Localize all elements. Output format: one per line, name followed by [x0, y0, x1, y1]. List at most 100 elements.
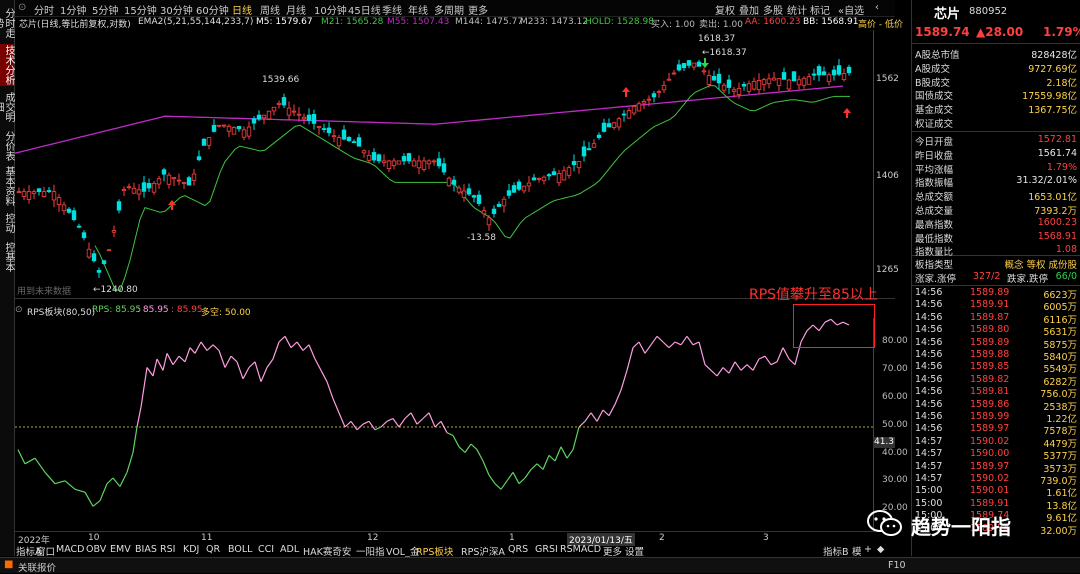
stat-row: 指数振幅 31.32/2.01% — [912, 175, 1077, 189]
left-tab[interactable]: 分时走势 — [0, 4, 14, 42]
toolbar-button[interactable]: 叠加 — [739, 2, 759, 17]
indicator-tab[interactable]: GRSI — [535, 544, 558, 555]
indicator-tab[interactable]: OBV — [86, 544, 106, 555]
candlestick-chart[interactable]: 1539.66 1618.37 ←1618.37 ←1240.80 -13.58 用到未来… — [15, 30, 873, 298]
period-tab[interactable]: 60分钟 — [196, 2, 229, 17]
indicator-b-control[interactable]: 模 — [852, 544, 862, 558]
period-tab[interactable]: 更多 — [468, 2, 488, 17]
stat-row: 最低指数 1568.91 — [912, 231, 1077, 245]
tick-price: 1589.89 — [970, 336, 1010, 348]
toolbar-button[interactable]: ‹ — [875, 2, 879, 13]
left-tab-bar: 分时走势技术分析成交明细分价表基本资料控动控基本 — [0, 0, 15, 556]
indicator-tab[interactable]: 一阳指 — [356, 544, 385, 558]
indicator-tab[interactable]: RPS板块 — [416, 544, 453, 558]
legend-highlow: 高价 - 低价 — [858, 20, 903, 30]
tick-row: 14:56 1589.89 6623万 — [912, 287, 1077, 301]
indicator-b-control[interactable]: 指标B — [823, 544, 849, 558]
left-tab[interactable]: 基本资料 — [0, 165, 14, 207]
indicator-tab[interactable]: BOLL — [228, 544, 252, 555]
indicator-tab[interactable]: EMV — [110, 544, 131, 555]
date-label: 2 — [659, 533, 665, 543]
indicator-tab[interactable]: KDJ — [183, 544, 199, 555]
indicator-tab[interactable]: 更多 — [603, 544, 622, 558]
chart-settings-icon[interactable]: ⊙ — [18, 2, 26, 13]
toolbar-button[interactable]: «自选 — [838, 2, 864, 17]
toolbar-button[interactable]: 标记 — [810, 2, 830, 17]
panel-pct: 1.79% — [1043, 25, 1080, 39]
board-type-label: 板指类型 — [915, 260, 954, 271]
chart-annotation: 1539.66 — [262, 75, 299, 85]
stat-row: 指数量比 1.08 — [912, 244, 1077, 258]
stat-value: 1.79% — [1046, 161, 1077, 173]
panel-price: 1589.74 — [915, 25, 970, 39]
rps-annotation-text: RPS值攀升至85以上 — [749, 287, 878, 303]
tick-time: 14:56 — [915, 398, 943, 410]
indicator-tab[interactable]: RPS沪深A — [461, 544, 505, 558]
board-type-row: 板指类型 概念 等权 成份股 — [912, 257, 1077, 271]
stat-value: 1653.01亿 — [1028, 192, 1077, 204]
stat-value: 1572.81 — [1037, 134, 1077, 145]
f10-button[interactable]: F10 — [888, 560, 906, 571]
tick-time: 14:56 — [915, 287, 943, 298]
rps-name: RPS板块(80,50) — [27, 308, 96, 318]
main-axis-line — [873, 30, 874, 298]
indicator-tab[interactable]: CCI — [258, 544, 274, 555]
rps-line-chart[interactable] — [15, 318, 873, 530]
chart-annotation: -13.58 — [467, 233, 496, 243]
rps-value-3: : 85.95 — [171, 305, 203, 315]
period-tab[interactable]: 季线 — [382, 2, 402, 17]
left-tab[interactable]: 技术分析 — [0, 44, 14, 86]
tick-row: 14:57 1590.02 4479万 — [912, 436, 1077, 450]
indicator-b-control[interactable]: ◆ — [877, 544, 884, 555]
indicator-tab[interactable]: 窗口 — [36, 544, 55, 558]
board-type-value[interactable]: 概念 等权 成份股 — [1004, 257, 1077, 271]
stat-label: 国债成交 — [915, 91, 954, 103]
toolbar-button[interactable]: 统计 — [787, 2, 807, 17]
legend-aa: AA: 1600.23 — [745, 17, 801, 27]
indicator-tab[interactable]: RSI — [160, 544, 175, 555]
rps-axis-line — [873, 318, 874, 530]
toolbar-button[interactable]: 多股 — [763, 2, 783, 17]
indicator-tab[interactable]: VOL_金 — [386, 544, 419, 558]
left-tab[interactable]: 控动 — [0, 210, 14, 236]
period-tab[interactable]: 15分钟 — [124, 2, 157, 17]
period-tab[interactable]: 1分钟 — [60, 2, 86, 17]
rps-annotation-box — [793, 304, 875, 348]
stat-row: 平均涨幅 1.79% — [912, 161, 1077, 176]
tick-time: 14:56 — [915, 311, 943, 323]
rps-bull-bear: 多空: 50.00 — [201, 308, 251, 318]
period-tab[interactable]: 多周期 — [434, 2, 464, 17]
indicator-tab[interactable]: QR — [206, 544, 220, 555]
tick-price: 1589.87 — [970, 311, 1010, 323]
indicator-b-control[interactable]: + — [864, 544, 872, 555]
period-tab[interactable]: 10分钟 — [314, 2, 347, 17]
indicator-tab[interactable]: QRS — [508, 544, 528, 555]
stat-value: 2.18亿 — [1046, 77, 1077, 89]
left-tab[interactable]: 分价表 — [0, 130, 14, 162]
toolbar-button[interactable]: 复权 — [715, 2, 735, 17]
period-tab[interactable]: 分时 — [34, 2, 54, 17]
left-tab[interactable]: 成交明细 — [0, 88, 14, 126]
main-axis-label: 1265 — [876, 265, 899, 275]
indicator-tab[interactable]: 设置 — [625, 544, 644, 558]
indicator-tab[interactable]: BIAS — [135, 544, 157, 555]
period-tab[interactable]: 周线 — [260, 2, 280, 17]
indicator-tab[interactable]: RSMACD — [560, 544, 601, 555]
tick-price: 1589.89 — [970, 287, 1010, 298]
tick-time: 14:57 — [915, 460, 943, 472]
rps-axis-label: 50.00 — [882, 420, 908, 430]
panel-change: ▲28.00 — [976, 25, 1024, 39]
period-tab[interactable]: 日线 — [232, 2, 252, 17]
rps-axis-label: 80.00 — [882, 336, 908, 346]
period-tab[interactable]: 月线 — [286, 2, 306, 17]
stat-value: 7393.2万 — [1034, 206, 1077, 217]
indicator-tab[interactable]: MACD — [56, 544, 84, 555]
tick-time: 14:56 — [915, 299, 943, 311]
period-tab[interactable]: 5分钟 — [92, 2, 118, 17]
period-tab[interactable]: 30分钟 — [160, 2, 193, 17]
indicator-tab[interactable]: HAK赛奇安 — [303, 544, 351, 558]
left-tab[interactable]: 控基本 — [0, 240, 14, 274]
indicator-tab[interactable]: ADL — [280, 544, 299, 555]
period-tab[interactable]: 45日线 — [348, 2, 381, 17]
period-tab[interactable]: 年线 — [408, 2, 428, 17]
